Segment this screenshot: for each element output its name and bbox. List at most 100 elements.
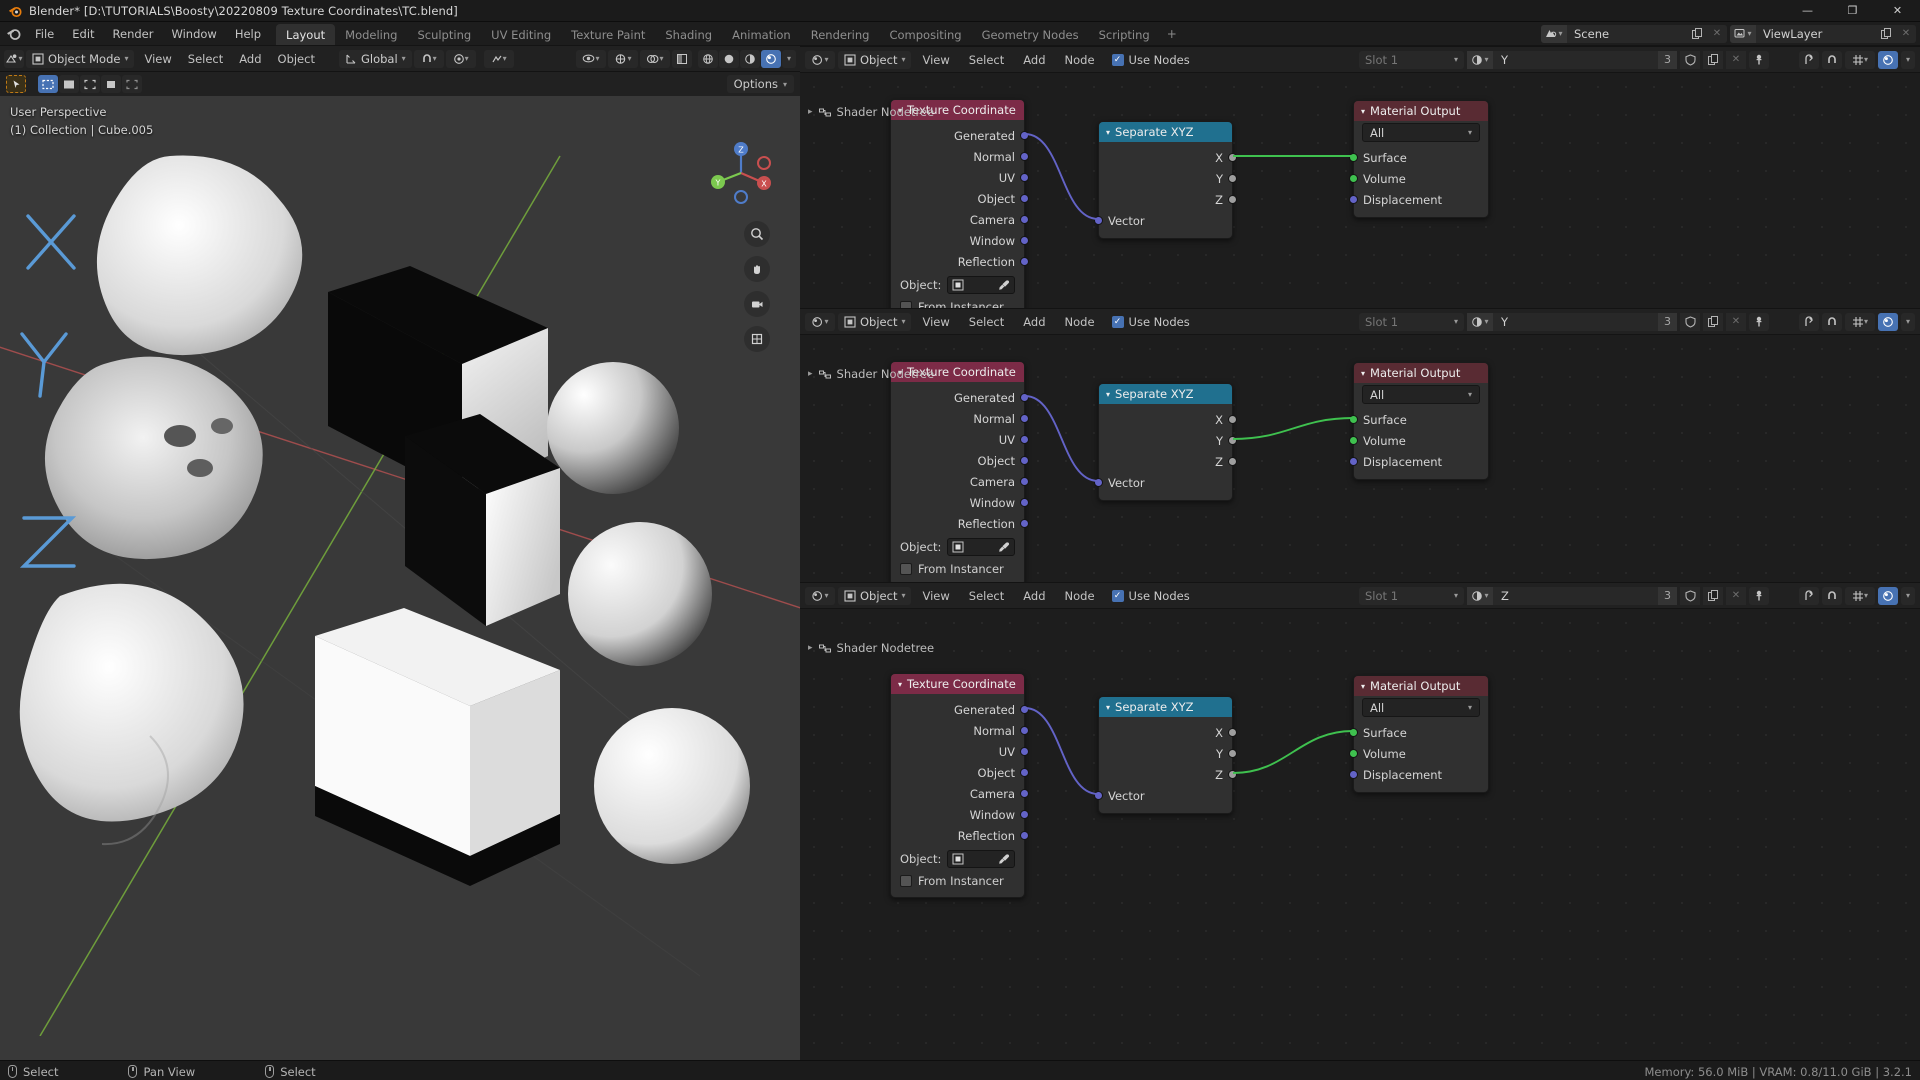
- editor-type-icon[interactable]: ▾: [805, 312, 835, 331]
- node-output-socket-row[interactable]: Normal: [891, 146, 1029, 167]
- breadcrumb-expand-icon[interactable]: ▸: [808, 643, 813, 653]
- pin-icon[interactable]: [1749, 586, 1769, 605]
- snap-target-icon[interactable]: ▾: [1845, 50, 1875, 69]
- workspace-tab-rendering[interactable]: Rendering: [801, 24, 880, 45]
- snap-increment-icon[interactable]: ▾: [483, 49, 514, 68]
- socket-vector-icon[interactable]: [1020, 810, 1029, 819]
- collapse-chevron-icon[interactable]: ▾: [1106, 128, 1110, 137]
- select-extend-icon[interactable]: [80, 75, 100, 93]
- socket-vector-icon[interactable]: [1020, 477, 1029, 486]
- socket-value-icon[interactable]: [1228, 457, 1237, 466]
- workspace-tab-geometry-nodes[interactable]: Geometry Nodes: [972, 24, 1089, 45]
- node-input-socket-row[interactable]: Volume: [1349, 430, 1488, 451]
- pin-icon[interactable]: [1749, 312, 1769, 331]
- snap-magnet-icon[interactable]: [1822, 50, 1842, 69]
- workspace-tab-uv-editing[interactable]: UV Editing: [481, 24, 561, 45]
- node-separate-xyz[interactable]: ▾ Separate XYZ X Y Z Vector: [1094, 121, 1237, 239]
- socket-shader-icon[interactable]: [1349, 415, 1358, 424]
- remove-viewlayer-button[interactable]: ✕: [1896, 24, 1916, 43]
- shading-rendered-icon[interactable]: [761, 49, 781, 68]
- node-output-socket-row[interactable]: Y: [1099, 168, 1237, 189]
- ortho-toggle-icon[interactable]: [744, 326, 770, 352]
- node-canvas[interactable]: ▸ Shader Nodetree ▾ Texture Coordinate Gener…: [800, 609, 1920, 1060]
- socket-shader-icon[interactable]: [1349, 728, 1358, 737]
- node-menu-node[interactable]: Node: [1057, 587, 1103, 605]
- node-output-socket-row[interactable]: X: [1099, 409, 1237, 430]
- parent-tree-icon[interactable]: [1799, 312, 1819, 331]
- menu-edit[interactable]: Edit: [63, 22, 103, 45]
- object-picker-field[interactable]: [947, 276, 1015, 294]
- socket-value-icon[interactable]: [1228, 770, 1237, 779]
- node-output-socket-row[interactable]: X: [1099, 147, 1237, 168]
- socket-vector-icon[interactable]: [1094, 791, 1103, 800]
- viewport-menu-object[interactable]: Object: [270, 50, 323, 68]
- socket-vector-icon[interactable]: [1020, 393, 1029, 402]
- target-dropdown[interactable]: All ▾: [1362, 698, 1480, 717]
- node-output-socket-row[interactable]: Generated: [891, 387, 1029, 408]
- from-instancer-row[interactable]: From Instancer: [891, 296, 1024, 308]
- material-selector[interactable]: ▾ Z 3: [1467, 586, 1677, 605]
- menu-file[interactable]: File: [26, 22, 63, 45]
- viewport-options-button[interactable]: Options ▾: [726, 75, 794, 93]
- viewport-canvas[interactable]: User Perspective (1) Collection | Cube.0…: [0, 96, 800, 1036]
- workspace-tab-shading[interactable]: Shading: [655, 24, 722, 45]
- node-output-socket-row[interactable]: Camera: [891, 783, 1029, 804]
- menu-help[interactable]: Help: [226, 22, 270, 45]
- select-intersect-icon[interactable]: [122, 75, 142, 93]
- material-selector[interactable]: ▾ Y 3: [1467, 312, 1677, 331]
- collapse-chevron-icon[interactable]: ▾: [1106, 703, 1110, 712]
- node-output-socket-row[interactable]: Generated: [891, 699, 1029, 720]
- pin-icon[interactable]: [1749, 50, 1769, 69]
- node-menu-add[interactable]: Add: [1015, 313, 1053, 331]
- socket-vector-icon[interactable]: [1020, 789, 1029, 798]
- socket-vector-icon[interactable]: [1020, 194, 1029, 203]
- from-instancer-row[interactable]: From Instancer: [891, 558, 1024, 578]
- workspace-tab-sculpting[interactable]: Sculpting: [407, 24, 481, 45]
- node-output-socket-row[interactable]: Object: [891, 762, 1029, 783]
- socket-vector-icon[interactable]: [1020, 215, 1029, 224]
- proportional-edit-icon[interactable]: ▾: [445, 49, 476, 68]
- socket-value-icon[interactable]: [1228, 728, 1237, 737]
- node-output-socket-row[interactable]: Y: [1099, 743, 1237, 764]
- minimize-button[interactable]: —: [1785, 0, 1830, 22]
- object-property-row[interactable]: Object:: [891, 846, 1024, 870]
- camera-icon[interactable]: [744, 291, 770, 317]
- socket-vector-icon[interactable]: [1020, 519, 1029, 528]
- node-input-socket-row[interactable]: Volume: [1349, 743, 1488, 764]
- node-canvas[interactable]: ▸ Shader Nodetree ▾ Texture Coordinate Gener…: [800, 335, 1920, 582]
- new-viewlayer-button[interactable]: [1876, 24, 1896, 43]
- workspace-tab-layout[interactable]: Layout: [276, 24, 336, 45]
- node-output-socket-row[interactable]: X: [1099, 722, 1237, 743]
- node-output-socket-row[interactable]: Generated: [891, 125, 1029, 146]
- node-output-socket-row[interactable]: UV: [891, 429, 1029, 450]
- target-dropdown[interactable]: All ▾: [1362, 385, 1480, 404]
- node-menu-add[interactable]: Add: [1015, 587, 1053, 605]
- node-output-socket-row[interactable]: Window: [891, 492, 1029, 513]
- socket-shader-icon[interactable]: [1349, 436, 1358, 445]
- socket-value-icon[interactable]: [1228, 415, 1237, 424]
- workspace-tab-animation[interactable]: Animation: [722, 24, 801, 45]
- object-property-row[interactable]: Object:: [891, 272, 1024, 296]
- editor-type-icon[interactable]: ▾: [805, 586, 835, 605]
- remove-scene-button[interactable]: ✕: [1707, 24, 1727, 43]
- socket-vector-icon[interactable]: [1020, 236, 1029, 245]
- node-material-output[interactable]: ▾ Material Output All ▾ Surface Volume Displac…: [1349, 675, 1489, 793]
- node-output-socket-row[interactable]: UV: [891, 741, 1029, 762]
- zoom-icon[interactable]: [744, 221, 770, 247]
- workspace-tab-scripting[interactable]: Scripting: [1089, 24, 1160, 45]
- node-input-socket-row[interactable]: Surface: [1349, 147, 1488, 168]
- object-mode-selector[interactable]: Object Mode ▾: [26, 49, 135, 68]
- workspace-tab-texture-paint[interactable]: Texture Paint: [561, 24, 655, 45]
- unlink-material-button[interactable]: ✕: [1726, 586, 1746, 605]
- viewport-menu-select[interactable]: Select: [180, 50, 231, 68]
- material-users-count[interactable]: 3: [1658, 50, 1677, 69]
- socket-value-icon[interactable]: [1228, 195, 1237, 204]
- node-header[interactable]: ▾ Separate XYZ: [1099, 697, 1232, 717]
- node-output-socket-row[interactable]: Reflection: [891, 513, 1029, 534]
- node-separate-xyz[interactable]: ▾ Separate XYZ X Y Z Vector: [1094, 696, 1237, 814]
- node-menu-node[interactable]: Node: [1057, 313, 1103, 331]
- node-input-socket-row[interactable]: Vector: [1094, 785, 1232, 806]
- breadcrumb-expand-icon[interactable]: ▸: [808, 107, 813, 117]
- shading-material-icon[interactable]: [740, 49, 760, 68]
- parent-tree-icon[interactable]: [1799, 586, 1819, 605]
